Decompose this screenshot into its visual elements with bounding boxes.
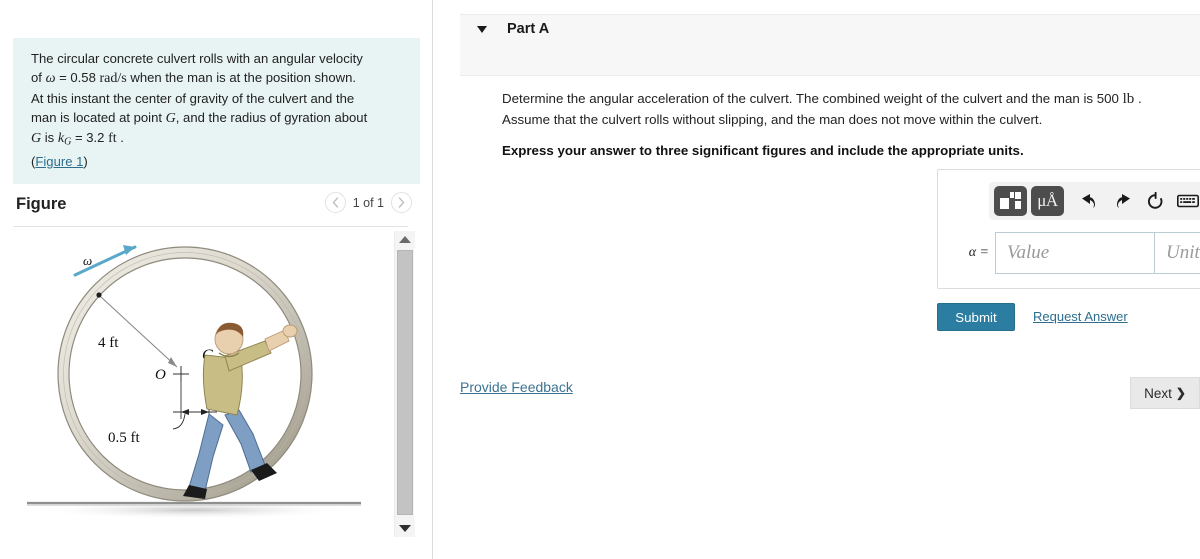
lb-unit: lb — [1122, 91, 1135, 107]
figure-counter: 1 of 1 — [352, 195, 384, 210]
point-g-symbol: G — [165, 110, 176, 126]
figure-scrollbar[interactable] — [394, 231, 415, 537]
left-pane: The circular concrete culvert rolls with… — [0, 0, 432, 559]
undo-button[interactable] — [1074, 186, 1104, 216]
units-button[interactable]: μÅ — [1031, 186, 1064, 216]
redo-button[interactable] — [1107, 186, 1137, 216]
problem-line-4a: man is located at point — [31, 109, 166, 125]
offset-label: 0.5 ft — [108, 430, 140, 446]
triangle-up-icon — [399, 236, 411, 243]
problem-line-4b: , and the radius of gyration about — [175, 109, 368, 125]
redo-arrow-icon — [1116, 193, 1130, 208]
part-a-header[interactable] — [460, 14, 1200, 76]
radius-label: 4 ft — [98, 335, 119, 351]
omega-label: ω — [83, 253, 92, 268]
answer-toolbar: μÅ — [989, 182, 1200, 220]
problem-line-5b: is — [41, 130, 58, 146]
request-answer-link[interactable]: Request Answer — [1033, 309, 1128, 324]
ft-unit: ft — [108, 131, 117, 147]
problem-line-2b: = 0.58 — [55, 70, 100, 86]
figure-divider — [13, 226, 408, 227]
problem-line-2c: when the man is at the position shown. — [126, 70, 356, 86]
rad-per-sec-unit: rad/s — [99, 71, 127, 87]
scrollbar-up-button[interactable] — [395, 231, 415, 248]
problem-line-1: The circular concrete culvert rolls with… — [31, 51, 363, 66]
figure-1-link[interactable]: Figure 1 — [35, 154, 83, 169]
right-pane: Part A Determine the angular acceleratio… — [433, 0, 1200, 559]
micro-angstrom-units-icon: μÅ — [1037, 191, 1058, 210]
reset-button[interactable] — [1140, 186, 1170, 216]
answer-value-input[interactable] — [995, 232, 1155, 274]
g-symbol-2: G — [31, 131, 42, 147]
question-instruction: Express your answer to three significant… — [502, 143, 1024, 158]
figure-viewport: ω 4 ft O G — [13, 229, 391, 539]
answer-input-row: α = — [952, 232, 1200, 274]
math-template-icon — [1000, 191, 1021, 209]
math-template-button[interactable] — [994, 186, 1027, 216]
problem-line-2a: of — [31, 70, 46, 86]
problem-statement: The circular concrete culvert rolls with… — [13, 38, 420, 185]
submit-button[interactable]: Submit — [937, 303, 1015, 331]
paren-close: ) — [83, 153, 88, 169]
omega-symbol: ω — [45, 71, 56, 87]
answer-units-input[interactable] — [1155, 232, 1200, 274]
scrollbar-thumb[interactable] — [397, 250, 413, 515]
question-text-b: . — [1134, 91, 1142, 106]
part-a-title: Part A — [507, 21, 550, 37]
question-text-a: Determine the angular acceleration of th… — [502, 91, 1123, 106]
caret-down-icon[interactable] — [477, 26, 487, 33]
next-button-label: Next — [1144, 385, 1172, 401]
chevron-right-icon: ❯ — [1175, 386, 1186, 400]
chevron-right-icon — [398, 197, 405, 208]
keyboard-button[interactable] — [1173, 186, 1200, 216]
question-block: Determine the angular acceleration of th… — [502, 89, 1200, 158]
problem-line-5c: = 3.2 — [71, 130, 109, 146]
question-line-2: Assume that the culvert rolls without sl… — [502, 111, 1043, 127]
next-button[interactable]: Next ❯ — [1130, 377, 1200, 409]
undo-arrow-icon — [1081, 193, 1095, 208]
triangle-down-icon — [399, 525, 411, 532]
keyboard-icon — [1177, 194, 1199, 208]
problem-line-3: At this instant the center of gravity of… — [31, 90, 355, 106]
figure-header: Figure 1 of 1 — [13, 192, 420, 226]
figure-next-button[interactable] — [391, 192, 412, 213]
alpha-variable-label: α = — [968, 245, 989, 260]
question-line-1: Determine the angular acceleration of th… — [502, 89, 1200, 110]
reset-circular-arrow-icon — [1147, 191, 1162, 209]
figure-navigation: 1 of 1 — [324, 192, 412, 213]
figure-section-title: Figure — [16, 195, 67, 213]
figure-prev-button[interactable] — [324, 192, 346, 213]
problem-line-5d: . — [116, 130, 124, 146]
point-o-label: O — [155, 367, 166, 383]
ground-surface — [27, 501, 361, 519]
provide-feedback-link[interactable]: Provide Feedback — [460, 379, 573, 395]
answer-entry-box: μÅ α = Value Units — [937, 169, 1200, 289]
scrollbar-down-button[interactable] — [395, 520, 415, 537]
chevron-left-icon — [332, 197, 338, 208]
culvert-physics-diagram: ω 4 ft O G — [27, 245, 361, 519]
